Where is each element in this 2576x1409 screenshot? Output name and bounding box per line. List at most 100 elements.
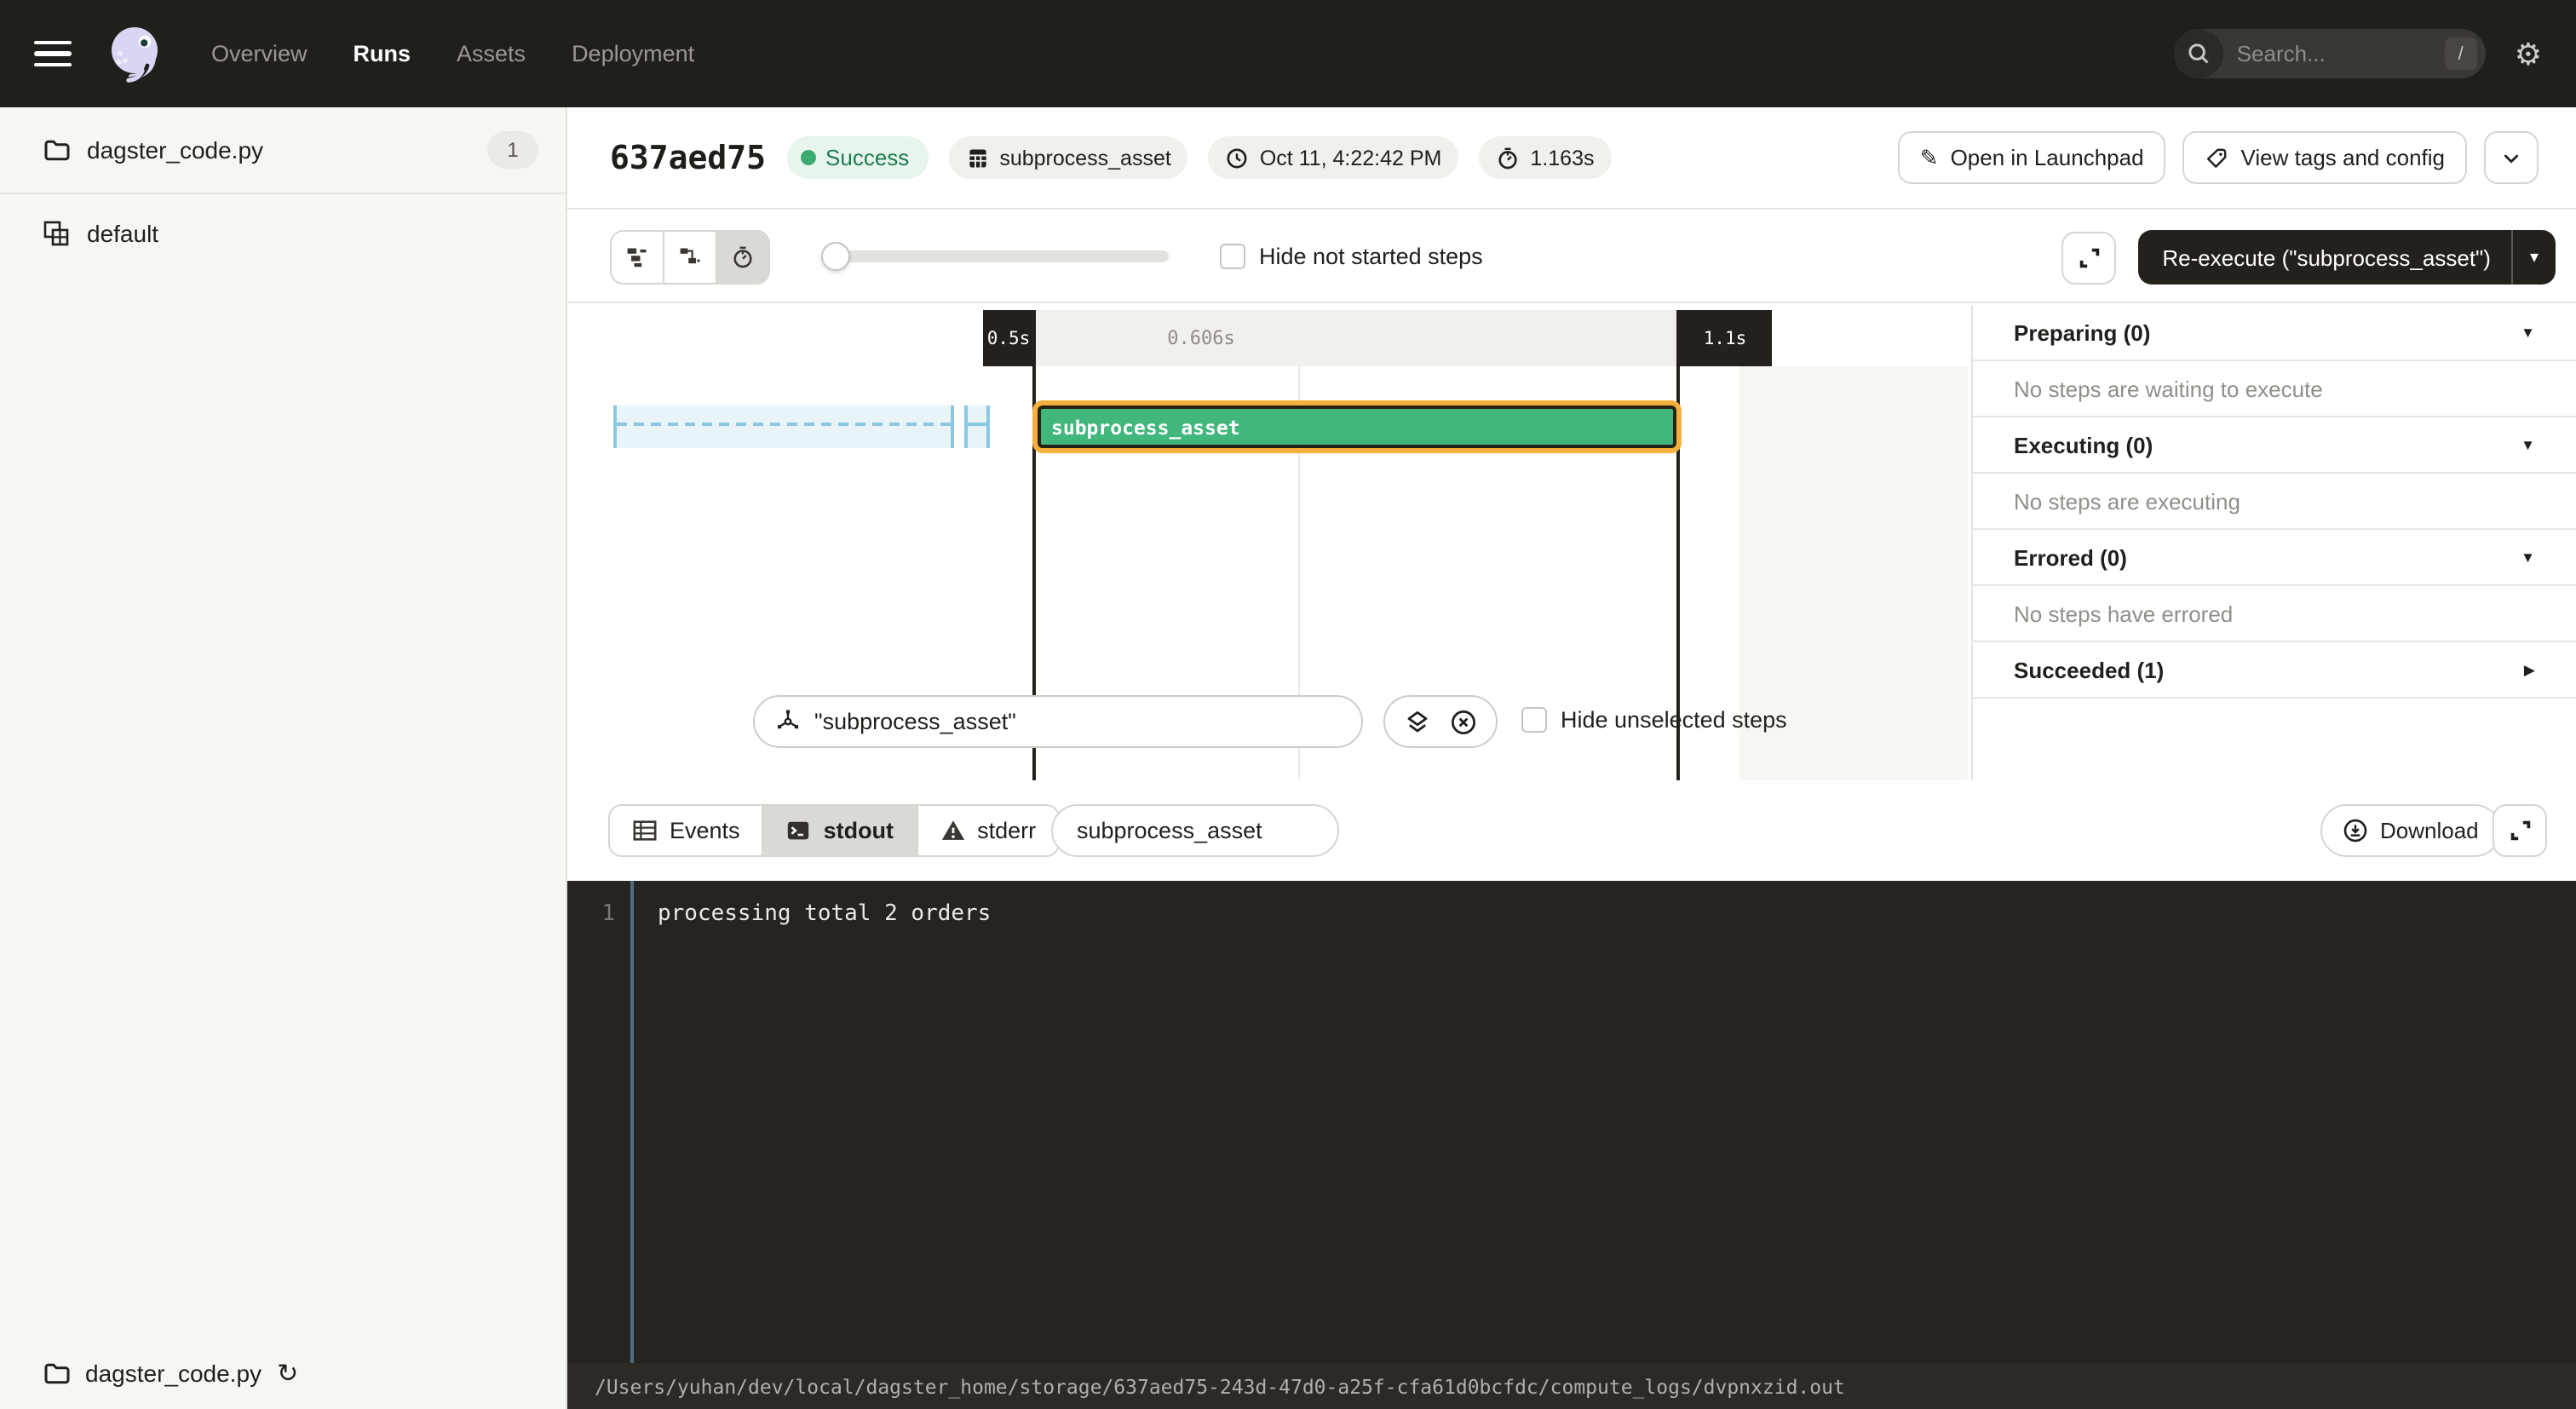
waterfall-view-button[interactable] <box>664 231 717 282</box>
tab-stdout-label: stdout <box>824 818 894 843</box>
timeline-marker-start: 0.5s <box>983 310 1034 366</box>
hide-unselected-checkbox[interactable] <box>1521 707 1547 733</box>
filter-actions <box>1383 695 1498 748</box>
controls-right: Re-execute ("subprocess_asset") ▾ <box>2061 230 2556 285</box>
sidebar: dagster_code.py 1 default dagster_code.p… <box>0 107 567 1409</box>
tab-stderr[interactable]: stderr <box>917 806 1058 855</box>
status-empty-text: No steps have errored <box>2014 601 2233 626</box>
duration-label: 1.163s <box>1530 146 1594 170</box>
download-button[interactable]: Download <box>2320 804 2501 857</box>
view-tags-config-button[interactable]: View tags and config <box>2183 131 2467 184</box>
tab-stderr-label: stderr <box>977 818 1036 843</box>
waterfall-view-icon <box>678 244 702 268</box>
step-filter-value: "subprocess_asset" <box>814 709 1016 734</box>
log-tabs: Events stdout stderr <box>608 804 1060 857</box>
status-section-title: Preparing (0) <box>2014 319 2150 345</box>
caret-down-icon[interactable]: ▼ <box>2521 324 2535 341</box>
log-console[interactable]: 1 processing total 2 orders <box>567 881 2576 1363</box>
timeline-duration-label: 0.606s <box>1034 310 1368 366</box>
hide-not-started-checkbox[interactable] <box>1220 244 1245 269</box>
step-waiting-segment <box>613 405 954 448</box>
stdout-icon <box>786 818 812 843</box>
nav-right: Search... / ⚙ <box>2174 29 2542 78</box>
step-filter-input[interactable]: "subprocess_asset" <box>753 695 1363 748</box>
tab-events[interactable]: Events <box>610 806 764 855</box>
nav-item-deployment[interactable]: Deployment <box>572 41 694 66</box>
reexecute-button[interactable]: Re-execute ("subprocess_asset") ▾ <box>2138 230 2556 285</box>
step-waiting-segment <box>964 405 990 448</box>
download-icon <box>2343 818 2368 843</box>
nav-item-assets[interactable]: Assets <box>457 41 526 66</box>
status-empty-text: No steps are waiting to execute <box>2014 376 2323 401</box>
job-tag-label: subprocess_asset <box>999 146 1171 170</box>
open-in-launchpad-label: Open in Launchpad <box>1951 145 2144 170</box>
status-section-errored[interactable]: Errored (0) ▼ <box>1973 530 2576 586</box>
run-actions-menu-button[interactable] <box>2484 131 2539 184</box>
slider-track[interactable] <box>825 250 1169 262</box>
sidebar-item-repo-default[interactable]: default <box>0 194 566 271</box>
status-section-title: Succeeded (1) <box>2014 657 2164 682</box>
jobs-icon <box>43 219 70 246</box>
search-input[interactable]: Search... / <box>2174 29 2486 78</box>
expand-icon <box>2076 244 2102 270</box>
flat-view-button[interactable] <box>612 231 664 282</box>
status-section-empty-row: No steps have errored <box>1973 586 2576 642</box>
top-nav: Overview Runs Assets Deployment Search..… <box>0 0 2576 107</box>
layers-icon[interactable] <box>1404 708 1431 735</box>
timeline-view-button[interactable] <box>717 231 768 282</box>
timestamp-tag: Oct 11, 4:22:42 PM <box>1209 136 1459 179</box>
search-placeholder: Search... <box>2223 41 2445 66</box>
status-section-title: Executing (0) <box>2014 432 2153 457</box>
status-section-executing[interactable]: Executing (0) ▼ <box>1973 417 2576 474</box>
caret-right-icon[interactable]: ▶ <box>2524 660 2535 679</box>
search-icon <box>2174 29 2223 78</box>
events-icon <box>632 818 658 843</box>
clear-filter-icon[interactable] <box>1450 708 1477 735</box>
log-gutter-divider <box>630 881 634 1363</box>
expand-logs-button[interactable] <box>2493 804 2547 857</box>
view-mode-segmented-control <box>610 229 770 284</box>
op-selector-icon <box>775 709 801 734</box>
reexecute-menu-caret[interactable]: ▾ <box>2511 230 2556 285</box>
gear-icon[interactable]: ⚙ <box>2515 38 2542 69</box>
slider-thumb[interactable] <box>821 242 850 271</box>
status-section-preparing[interactable]: Preparing (0) ▼ <box>1973 305 2576 361</box>
stderr-icon <box>940 818 965 843</box>
gantt-chart: 0.606s 0.5s 1.1s subprocess_asset "subpr… <box>567 305 2576 780</box>
sidebar-footer: dagster_code.py ↻ <box>0 1337 566 1409</box>
status-section-succeeded[interactable]: Succeeded (1) ▶ <box>1973 642 2576 699</box>
view-tags-config-label: View tags and config <box>2241 145 2445 170</box>
nav-item-runs[interactable]: Runs <box>354 41 411 66</box>
hide-not-started-checkbox-row[interactable]: Hide not started steps <box>1220 244 1483 269</box>
hide-not-started-label: Hide not started steps <box>1259 244 1483 269</box>
log-step-selector[interactable]: subprocess_asset <box>1051 804 1339 857</box>
caret-down-icon: ▾ <box>2530 248 2539 267</box>
timeline-marker-end: 1.1s <box>1678 310 1772 366</box>
hide-unselected-checkbox-row[interactable]: Hide unselected steps <box>1521 707 1787 733</box>
timestamp-label: Oct 11, 4:22:42 PM <box>1260 146 1442 170</box>
hamburger-menu-icon[interactable] <box>34 40 72 67</box>
log-step-selector-value: subprocess_asset <box>1077 818 1262 843</box>
sidebar-item-code-location[interactable]: dagster_code.py 1 <box>0 107 566 194</box>
open-in-launchpad-button[interactable]: ✎ Open in Launchpad <box>1898 131 2166 184</box>
stopwatch-icon <box>1496 146 1520 170</box>
caret-down-icon[interactable]: ▼ <box>2521 436 2535 453</box>
tab-stdout[interactable]: stdout <box>764 806 918 855</box>
repo-label: default <box>87 219 158 246</box>
expand-gantt-button[interactable] <box>2061 231 2116 284</box>
job-tag[interactable]: subprocess_asset <box>948 136 1188 179</box>
caret-down-icon[interactable]: ▼ <box>2521 549 2535 566</box>
log-line-number: 1 <box>567 901 615 927</box>
code-location-label: dagster_code.py <box>87 136 263 164</box>
refresh-icon[interactable]: ↻ <box>277 1360 298 1386</box>
folder-icon <box>43 1360 70 1387</box>
code-location-count-badge: 1 <box>487 131 538 169</box>
status-section-title: Errored (0) <box>2014 544 2127 570</box>
dagster-logo[interactable] <box>102 21 167 86</box>
zoom-slider[interactable] <box>825 242 1169 271</box>
nav-item-overview[interactable]: Overview <box>211 41 308 66</box>
run-header-actions: ✎ Open in Launchpad View tags and config <box>1898 131 2539 184</box>
folder-icon <box>43 136 70 164</box>
run-id: 637aed75 <box>610 139 766 176</box>
gantt-step-bar[interactable]: subprocess_asset <box>1038 405 1676 448</box>
